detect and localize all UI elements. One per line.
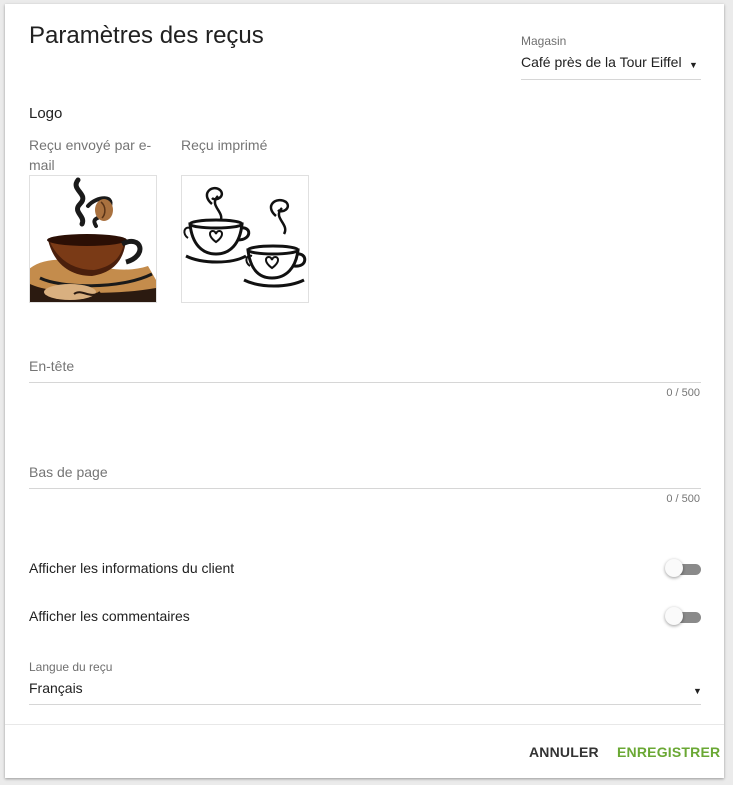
footer-field-label: Bas de page [29, 464, 108, 480]
store-select[interactable]: Magasin Café près de la Tour Eiffel ▼ [521, 32, 701, 80]
printed-receipt-caption: Reçu imprimé [181, 137, 268, 153]
email-logo-upload[interactable] [29, 175, 157, 303]
header-field-label: En-tête [29, 358, 75, 374]
store-select-value: Café près de la Tour Eiffel [521, 54, 682, 70]
toggle-thumb [665, 559, 683, 577]
show-client-info-toggle[interactable] [665, 559, 701, 579]
dropdown-caret-icon: ▼ [693, 686, 702, 696]
footer-char-counter: 0 / 500 [666, 493, 700, 505]
footer-divider [5, 724, 724, 725]
footer-text-field[interactable]: Bas de page [29, 464, 701, 489]
cancel-button[interactable]: ANNULER [529, 744, 599, 760]
dropdown-caret-icon: ▼ [689, 60, 698, 70]
receipt-language-value: Français [29, 680, 83, 696]
show-comments-label: Afficher les commentaires [29, 608, 190, 624]
show-client-info-label: Afficher les informations du client [29, 560, 235, 576]
save-button[interactable]: ENREGISTRER [617, 744, 720, 760]
show-comments-row: Afficher les commentaires [29, 603, 701, 631]
header-text-field[interactable]: En-tête [29, 358, 701, 383]
toggle-thumb [665, 607, 683, 625]
page-title: Paramètres des reçus [29, 22, 264, 49]
receipt-language-select[interactable]: Langue du reçu Français ▼ [29, 658, 702, 705]
receipt-settings-card: Paramètres des reçus Magasin Café près d… [5, 4, 724, 778]
email-receipt-caption: Reçu envoyé par e-mail [29, 137, 152, 173]
store-select-label: Magasin [521, 34, 567, 48]
coffee-cup-color-logo [30, 177, 156, 302]
printed-logo-upload[interactable] [181, 175, 309, 303]
show-client-info-row: Afficher les informations du client [29, 555, 701, 583]
two-coffee-cups-bw-logo [183, 187, 307, 288]
header-char-counter: 0 / 500 [666, 387, 700, 399]
receipt-language-label: Langue du reçu [29, 660, 113, 674]
show-comments-toggle[interactable] [665, 607, 701, 627]
logo-heading: Logo [29, 105, 63, 122]
